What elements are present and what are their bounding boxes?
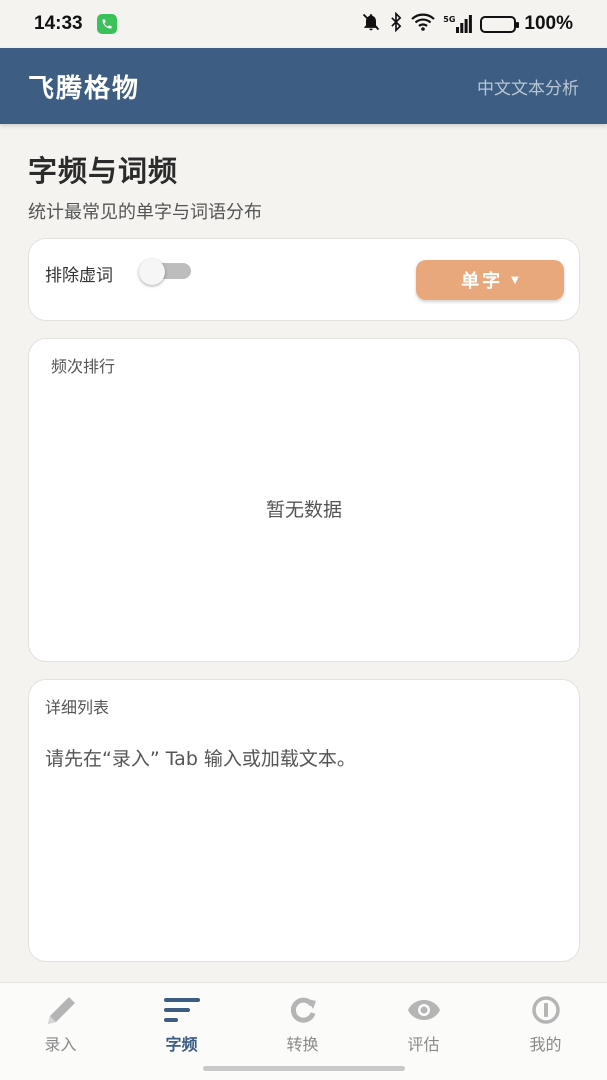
- status-bar: 14:33 5G 100%: [0, 0, 607, 48]
- battery-percent: 100%: [524, 13, 573, 34]
- mode-select-button[interactable]: 单字 ▼: [416, 260, 564, 300]
- exclude-function-words-toggle[interactable]: [139, 259, 191, 285]
- battery-icon: [480, 15, 520, 33]
- rank-card-title: 频次排行: [51, 357, 116, 376]
- status-left: 14:33: [34, 13, 117, 35]
- nav-item-input[interactable]: 录入: [0, 995, 121, 1065]
- nav-item-frequency[interactable]: 字频: [121, 995, 242, 1065]
- detail-list-card: 详细列表 请先在“录入” Tab 输入或加载文本。: [28, 679, 580, 962]
- bluetooth-icon: [389, 11, 403, 36]
- frequency-rank-card: 频次排行 暂无数据: [28, 338, 580, 662]
- signal-5g-label: 5G: [443, 15, 456, 24]
- detail-card-title: 详细列表: [45, 698, 110, 717]
- mute-bell-icon: [361, 12, 381, 36]
- app-title: 飞腾格物: [28, 73, 141, 104]
- caret-down-icon: ▼: [511, 274, 519, 286]
- nav-label-convert: 转换: [286, 1035, 319, 1054]
- nav-item-evaluate[interactable]: 评估: [363, 995, 484, 1065]
- eye-icon: [406, 995, 442, 1025]
- bars-icon: [163, 995, 200, 1025]
- exclude-function-words-label: 排除虚词: [45, 266, 113, 286]
- app-header: 飞腾格物 中文文本分析: [0, 48, 607, 124]
- toggle-knob: [139, 259, 165, 285]
- empty-state-text: 暂无数据: [265, 499, 342, 521]
- nav-item-profile[interactable]: 我的: [485, 995, 606, 1065]
- nav-label-frequency: 字频: [165, 1035, 198, 1054]
- info-icon: [528, 995, 564, 1025]
- page-title: 字频与词频: [28, 154, 179, 188]
- pencil-icon: [43, 995, 79, 1025]
- mode-select-label: 单字: [461, 271, 504, 292]
- refresh-icon: [285, 995, 321, 1025]
- detail-hint-text: 请先在“录入” Tab 输入或加载文本。: [45, 748, 356, 770]
- cellular-signal-icon: 5G: [443, 15, 473, 33]
- nav-label-input: 录入: [44, 1035, 77, 1054]
- phone-call-icon: [96, 14, 117, 34]
- home-indicator[interactable]: [203, 1066, 405, 1071]
- app-subtitle: 中文文本分析: [477, 78, 579, 99]
- wifi-icon: [411, 13, 436, 35]
- nav-label-profile: 我的: [529, 1035, 562, 1054]
- controls-card: 排除虚词 单字 ▼: [28, 238, 580, 321]
- status-time: 14:33: [34, 13, 83, 34]
- nav-label-evaluate: 评估: [407, 1035, 440, 1054]
- status-right: 5G 100%: [361, 11, 573, 36]
- page-description: 统计最常见的单字与词语分布: [28, 202, 262, 223]
- nav-item-convert[interactable]: 转换: [242, 995, 363, 1065]
